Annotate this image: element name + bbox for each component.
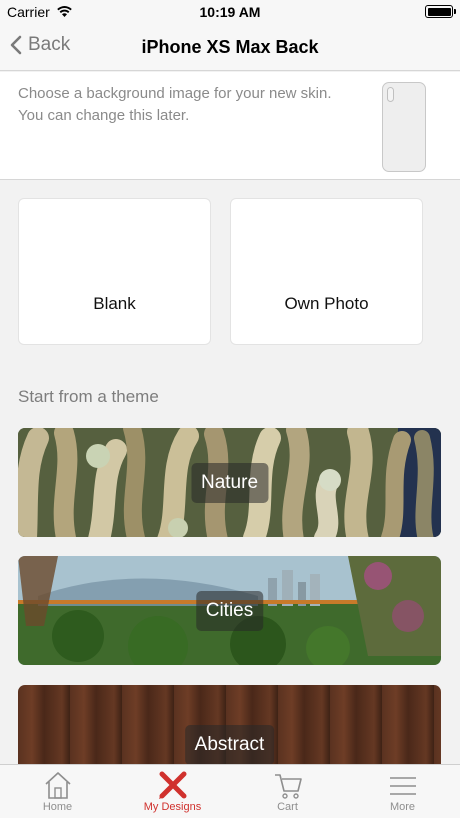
themes-heading: Start from a theme <box>18 387 159 406</box>
cart-icon <box>274 774 302 799</box>
intro-text: Choose a background image for your new s… <box>18 85 332 124</box>
tab-my-designs-label: My Designs <box>143 801 202 813</box>
theme-cities-label: Cities <box>195 590 264 631</box>
menu-lines-icon <box>389 777 416 795</box>
tab-home-label: Home <box>42 801 73 813</box>
tab-home[interactable]: Home <box>0 765 115 818</box>
phone-back-preview <box>382 82 426 172</box>
theme-abstract-label: Abstract <box>184 725 275 765</box>
camera-icon <box>387 87 394 102</box>
intro-panel: Choose a background image for your new s… <box>0 72 460 180</box>
tab-more[interactable]: More <box>345 765 460 818</box>
theme-cities-tile[interactable]: Cities <box>18 556 441 665</box>
own-photo-option-label: Own Photo <box>284 294 369 313</box>
navigation-bar: Back iPhone XS Max Back <box>0 24 460 71</box>
status-bar: Carrier 10:19 AM <box>0 0 460 24</box>
tab-my-designs[interactable]: My Designs <box>115 765 230 818</box>
blank-option-label: Blank <box>93 294 136 313</box>
status-time: 10:19 AM <box>199 4 261 20</box>
theme-nature-tile[interactable]: Nature <box>18 428 441 537</box>
tab-bar: Home My Designs Cart More <box>0 764 460 818</box>
tab-cart[interactable]: Cart <box>230 765 345 818</box>
own-photo-option-card[interactable]: Own Photo <box>230 198 423 345</box>
battery-icon <box>425 5 456 18</box>
page-title: iPhone XS Max Back <box>141 37 319 57</box>
theme-nature-label: Nature <box>190 462 269 503</box>
tab-more-label: More <box>389 801 416 813</box>
house-icon <box>44 772 71 799</box>
tab-cart-label: Cart <box>277 801 298 813</box>
blank-option-card[interactable]: Blank <box>18 198 211 345</box>
design-tools-icon <box>158 771 186 799</box>
